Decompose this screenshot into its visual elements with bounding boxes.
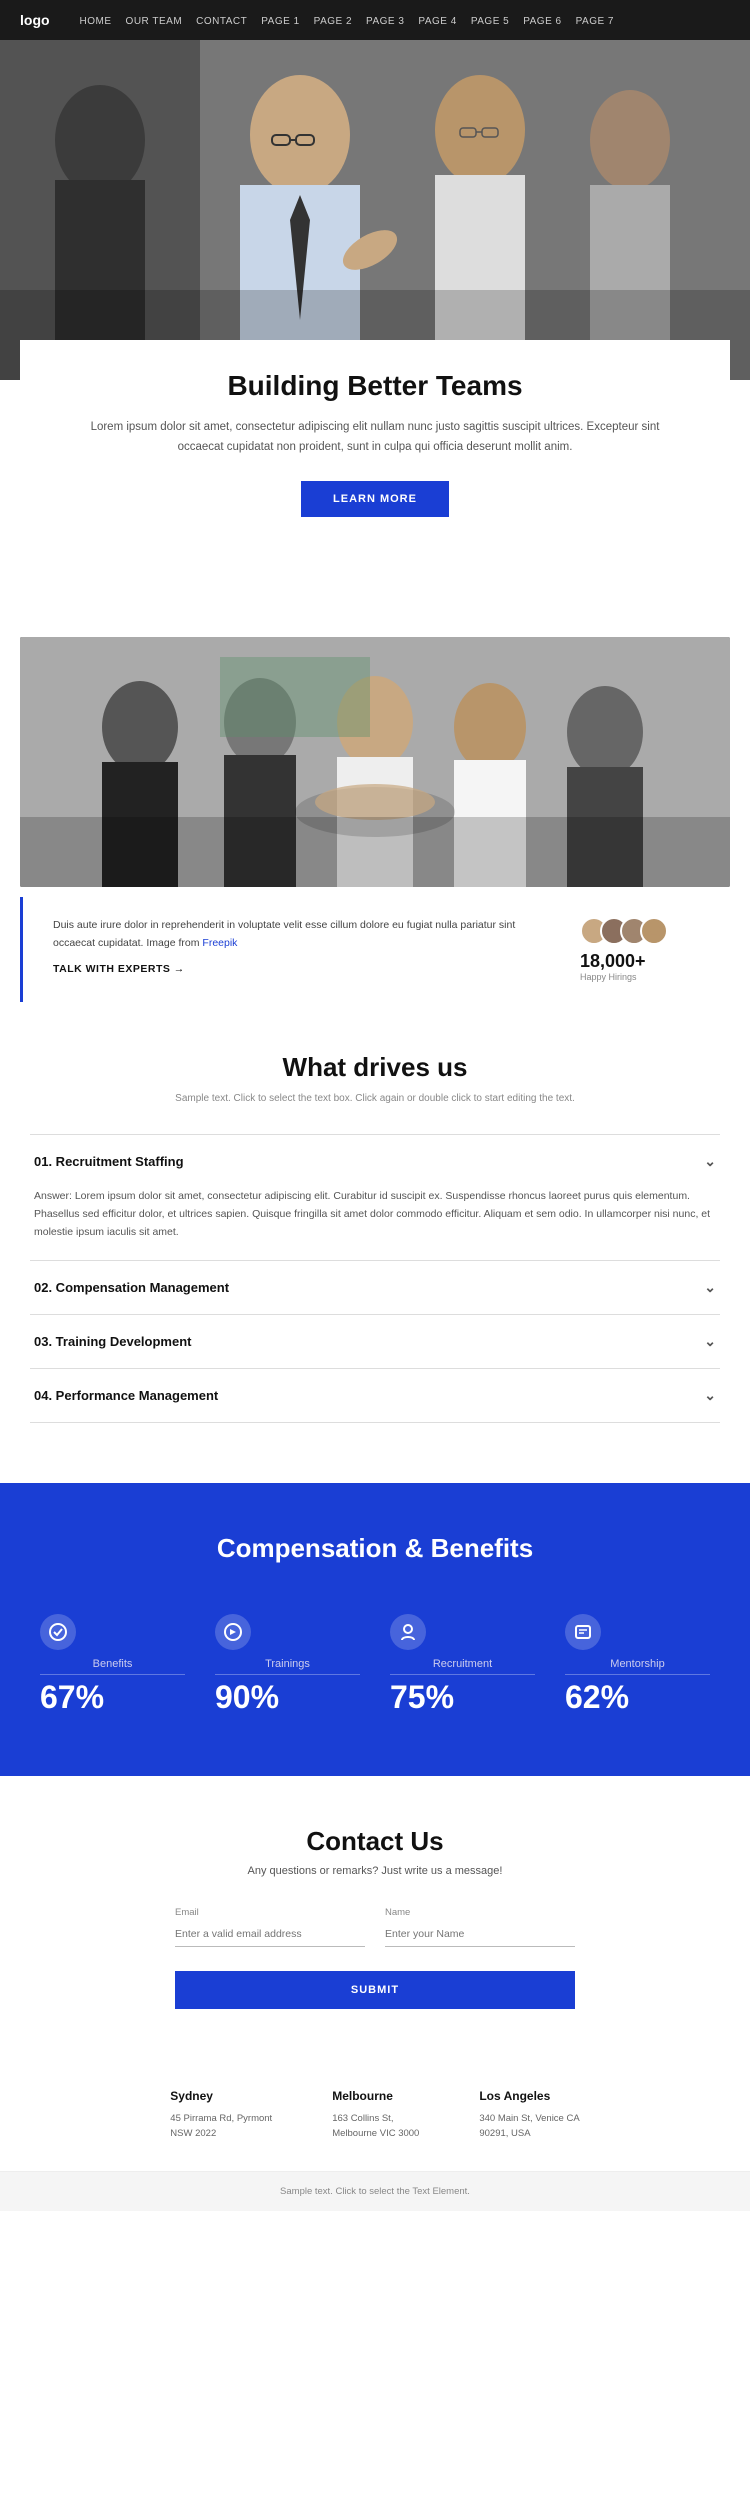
learn-more-button[interactable]: LEARN MORE: [301, 481, 449, 517]
footer-text: Sample text. Click to select the Text El…: [280, 2186, 470, 2197]
drives-subtitle: Sample text. Click to select the text bo…: [30, 1093, 720, 1104]
team-photo-section: [0, 597, 750, 887]
nav-contact[interactable]: CONTACT: [196, 16, 247, 27]
accordion-header-4[interactable]: 04. Performance Management ⌄: [30, 1369, 720, 1422]
nav-page2[interactable]: PAGE 2: [314, 16, 352, 27]
comp-card-recruitment: Recruitment 75%: [380, 1604, 545, 1726]
contact-section: Contact Us Any questions or remarks? Jus…: [0, 1776, 750, 2049]
accordion-header-1[interactable]: 01. Recruitment Staffing ⌄: [30, 1135, 720, 1188]
drives-heading: What drives us: [30, 1052, 720, 1083]
spacer1: [0, 547, 750, 597]
talk-with-experts-link[interactable]: TALK WITH EXPERTS →: [53, 963, 550, 975]
chevron-icon-4: ⌄: [704, 1387, 716, 1404]
accordion-header-2[interactable]: 02. Compensation Management ⌄: [30, 1261, 720, 1314]
accordion-title-2: 02. Compensation Management: [34, 1280, 229, 1295]
email-group: Email: [175, 1907, 365, 1947]
compensation-heading: Compensation & Benefits: [30, 1533, 720, 1564]
comp-value-mentorship: 62%: [565, 1679, 629, 1716]
nav-page6[interactable]: PAGE 6: [523, 16, 561, 27]
accordion-item-3: 03. Training Development ⌄: [30, 1315, 720, 1369]
accordion-item-2: 02. Compensation Management ⌄: [30, 1261, 720, 1315]
nav-page5[interactable]: PAGE 5: [471, 16, 509, 27]
accordion-body-1: Answer: Lorem ipsum dolor sit amet, cons…: [30, 1188, 720, 1260]
accordion-title-3: 03. Training Development: [34, 1334, 192, 1349]
chevron-icon-3: ⌄: [704, 1333, 716, 1350]
office-melbourne-address: 163 Collins St, Melbourne VIC 3000: [332, 2111, 419, 2141]
office-la-city: Los Angeles: [479, 2089, 579, 2103]
accordion-header-3[interactable]: 03. Training Development ⌄: [30, 1315, 720, 1368]
chevron-icon-1: ⌄: [704, 1153, 716, 1170]
comp-label-trainings: Trainings: [215, 1658, 360, 1675]
logo[interactable]: logo: [20, 12, 50, 28]
submit-button[interactable]: SUBMIT: [175, 1971, 575, 2009]
accordion-title-1: 01. Recruitment Staffing: [34, 1154, 184, 1169]
chevron-icon-2: ⌄: [704, 1279, 716, 1296]
comp-value-trainings: 90%: [215, 1679, 279, 1716]
nav-page1[interactable]: PAGE 1: [261, 16, 299, 27]
office-melbourne-city: Melbourne: [332, 2089, 419, 2103]
about-text-block: Duis aute irure dolor in reprehenderit i…: [53, 917, 550, 975]
benefits-icon: [40, 1614, 76, 1650]
nav-page7[interactable]: PAGE 7: [576, 16, 614, 27]
contact-heading: Contact Us: [30, 1826, 720, 1857]
avatar-4: [640, 917, 668, 945]
accordion-item-1: 01. Recruitment Staffing ⌄ Answer: Lorem…: [30, 1135, 720, 1261]
name-label: Name: [385, 1907, 575, 1918]
comp-card-trainings: Trainings 90%: [205, 1604, 370, 1726]
intro-body: Lorem ipsum dolor sit amet, consectetur …: [70, 418, 680, 457]
accordion-item-4: 04. Performance Management ⌄: [30, 1369, 720, 1423]
office-la: Los Angeles 340 Main St, Venice CA 90291…: [479, 2089, 579, 2141]
happy-count: 18,000+: [580, 951, 646, 972]
name-group: Name: [385, 1907, 575, 1947]
intro-heading: Building Better Teams: [70, 370, 680, 402]
navigation: logo HOME OUR TEAM CONTACT PAGE 1 PAGE 2…: [0, 0, 750, 40]
accordion-title-4: 04. Performance Management: [34, 1388, 218, 1403]
freepik-link[interactable]: Freepik: [202, 937, 237, 949]
nav-links: HOME OUR TEAM CONTACT PAGE 1 PAGE 2 PAGE…: [80, 11, 614, 29]
office-melbourne: Melbourne 163 Collins St, Melbourne VIC …: [332, 2089, 419, 2141]
avatar-group: [580, 917, 668, 945]
trainings-icon: [215, 1614, 251, 1650]
comp-value-recruitment: 75%: [390, 1679, 454, 1716]
contact-subtitle: Any questions or remarks? Just write us …: [30, 1865, 720, 1877]
email-label: Email: [175, 1907, 365, 1918]
nav-our-team[interactable]: OUR TEAM: [126, 16, 183, 27]
compensation-section: Compensation & Benefits Benefits 67% Tra…: [0, 1483, 750, 1776]
nav-page3[interactable]: PAGE 3: [366, 16, 404, 27]
nav-page4[interactable]: PAGE 4: [418, 16, 456, 27]
offices-section: Sydney 45 Pirrama Rd, Pyrmont NSW 2022 M…: [0, 2049, 750, 2171]
drives-section: What drives us Sample text. Click to sel…: [0, 1002, 750, 1453]
comp-value-benefits: 67%: [40, 1679, 104, 1716]
comp-label-recruitment: Recruitment: [390, 1658, 535, 1675]
team-photo-image: [20, 637, 730, 887]
intro-card: Building Better Teams Lorem ipsum dolor …: [20, 340, 730, 547]
comp-label-benefits: Benefits: [40, 1658, 185, 1675]
about-paragraph: Duis aute irure dolor in reprehenderit i…: [53, 917, 550, 953]
compensation-grid: Benefits 67% Trainings 90% Recruitment: [30, 1604, 720, 1726]
comp-label-mentorship: Mentorship: [565, 1658, 710, 1675]
about-strip: Duis aute irure dolor in reprehenderit i…: [20, 897, 730, 1002]
office-la-address: 340 Main St, Venice CA 90291, USA: [479, 2111, 579, 2141]
email-input[interactable]: [175, 1922, 365, 1947]
comp-card-benefits: Benefits 67%: [30, 1604, 195, 1726]
office-sydney: Sydney 45 Pirrama Rd, Pyrmont NSW 2022: [170, 2089, 272, 2141]
name-input[interactable]: [385, 1922, 575, 1947]
about-right: 18,000+ Happy Hirings: [580, 917, 700, 982]
hero-image: [0, 40, 750, 380]
office-sydney-address: 45 Pirrama Rd, Pyrmont NSW 2022: [170, 2111, 272, 2141]
happy-label: Happy Hirings: [580, 972, 637, 982]
mentorship-icon: [565, 1614, 601, 1650]
office-sydney-city: Sydney: [170, 2089, 272, 2103]
footer: Sample text. Click to select the Text El…: [0, 2171, 750, 2211]
accordion: 01. Recruitment Staffing ⌄ Answer: Lorem…: [30, 1134, 720, 1423]
team-photo: [20, 637, 730, 887]
hero-section: [0, 40, 750, 380]
nav-home[interactable]: HOME: [80, 16, 112, 27]
form-row: Email Name: [175, 1907, 575, 1963]
recruitment-icon: [390, 1614, 426, 1650]
comp-card-mentorship: Mentorship 62%: [555, 1604, 720, 1726]
contact-form: Email Name SUBMIT: [175, 1907, 575, 2009]
